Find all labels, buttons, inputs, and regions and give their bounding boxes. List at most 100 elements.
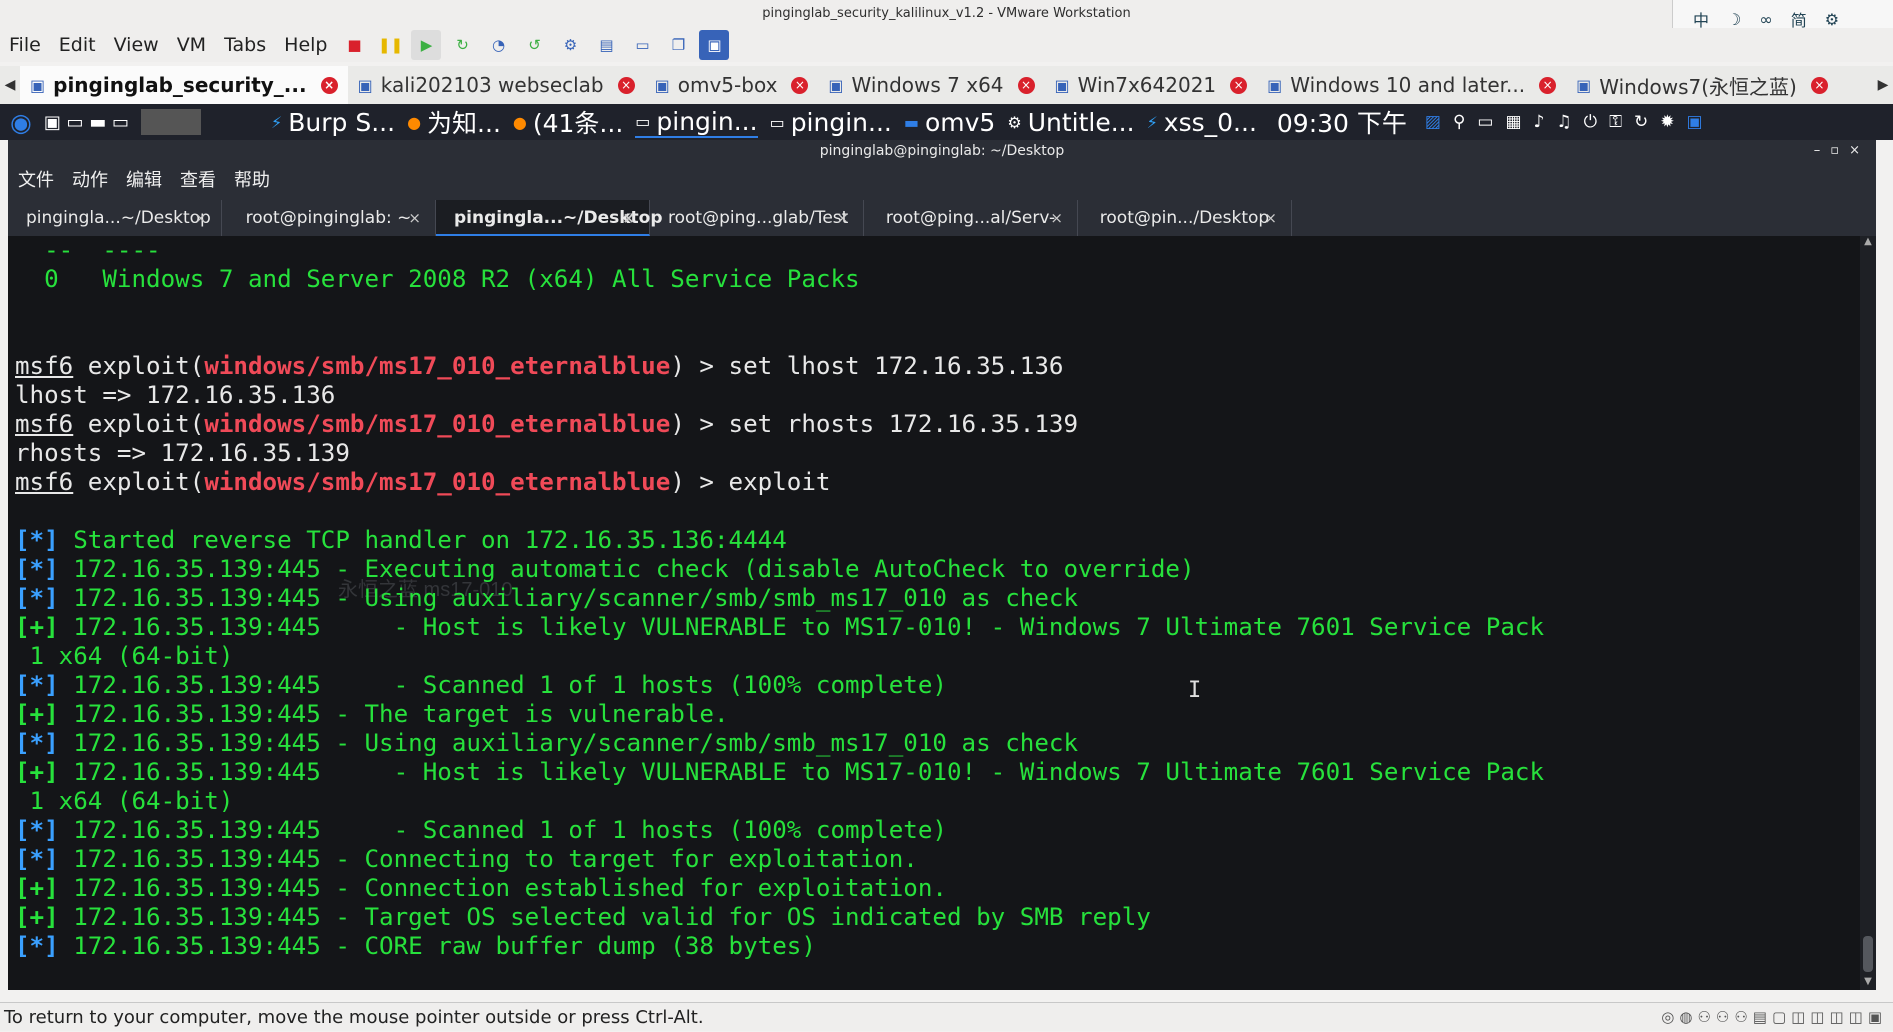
close-tab-icon[interactable]: × [408, 200, 421, 236]
burp-icon: ⚡ [271, 112, 283, 132]
volume-icon[interactable]: ♪ [1534, 112, 1545, 132]
menu-edit-cn[interactable]: 编辑 [126, 166, 162, 192]
vm-tab[interactable]: ▣ Windows 10 and later... × [1257, 66, 1566, 104]
tabs-scroll-right-icon[interactable]: ▶ [1873, 77, 1893, 93]
close-tab-icon[interactable]: × [1230, 76, 1248, 94]
terminal-tab[interactable]: pingingla...~/Desktop × [8, 200, 222, 236]
terminal-tab-label: root@pinginglab: ~ [245, 208, 412, 228]
terminal-tab[interactable]: root@ping...glab/Test × [650, 200, 864, 236]
menu-edit[interactable]: Edit [50, 34, 105, 56]
taskbar-item-untitled[interactable]: ⚙ Untitle... [1007, 108, 1134, 137]
menu-view[interactable]: View [105, 34, 168, 56]
firefox-icon: ● [407, 112, 422, 132]
ime-icon-2[interactable]: ∞ [1759, 10, 1772, 29]
line-text: lhost => 172.16.35.136 [15, 381, 336, 409]
suspend-icon[interactable]: ❚❚ [375, 30, 405, 60]
terminal-output[interactable]: 永恒之蓝 ms17-010 -- ---- 0 Windows 7 and Se… [8, 236, 1860, 990]
snapshot-manager-icon[interactable]: ⚙ [555, 30, 585, 60]
power-icon[interactable]: ⏻ [1584, 112, 1597, 132]
line-text: 172.16.35.139:445 - The target is vulner… [58, 700, 729, 728]
terminal-tab[interactable]: root@ping...al/Serv-U× [864, 200, 1078, 264]
display-icon[interactable]: ▭ [1477, 112, 1493, 132]
revert-snapshot-icon[interactable]: ↺ [519, 30, 549, 60]
unity-icon[interactable]: ❐ [663, 30, 693, 60]
taskbar-item-xss[interactable]: ⚡ xss_0... [1147, 108, 1257, 137]
lock-icon[interactable]: ⚿ [1609, 112, 1622, 132]
close-tab-icon[interactable]: × [617, 76, 635, 94]
terminal-tab-label: root@ping...glab/Test [668, 208, 849, 228]
vm-tab[interactable]: ▣ omv5-box × [645, 66, 819, 104]
vm-tab[interactable]: ▣ Windows 7 x64 × [818, 66, 1044, 104]
menu-vm[interactable]: VM [168, 34, 215, 56]
taskbar-item-omv5[interactable]: ▬ omv5 [904, 108, 995, 137]
power-off-icon[interactable]: ■ [339, 30, 369, 60]
close-tab-icon[interactable]: × [1539, 76, 1557, 94]
line-text: 172.16.35.139:445 - Using auxiliary/scan… [58, 584, 1079, 612]
menu-file-cn[interactable]: 文件 [18, 166, 54, 192]
panel-clock[interactable]: 09:30 下午 [1277, 104, 1407, 140]
terminal-line: [+] 172.16.35.139:445 - Target OS select… [8, 903, 1860, 932]
close-tab-icon[interactable]: × [791, 76, 809, 94]
power-on-icon[interactable]: ▶ [411, 30, 442, 60]
terminal-tab-label: pingingla...~/Desktop [26, 208, 211, 228]
screen-icon[interactable]: ▣ [1687, 112, 1703, 132]
close-tab-icon[interactable]: × [1050, 200, 1063, 236]
vm-tab[interactable]: ▣ pinginglab_security_... × [20, 66, 348, 104]
menu-view-cn[interactable]: 查看 [180, 166, 216, 192]
taskbar-item-burp[interactable]: ⚡ Burp S... [271, 108, 395, 137]
workspace-pager[interactable] [141, 109, 202, 135]
terminal-tab[interactable]: root@pinginglab: ~ × [222, 200, 436, 236]
terminal-tab[interactable]: root@pin.../Desktop × [1078, 200, 1292, 236]
vm-tab[interactable]: ▣ Win7x642021 × [1045, 66, 1258, 104]
close-tab-icon[interactable]: × [836, 200, 849, 236]
menu-file[interactable]: File [0, 34, 50, 56]
ime-icon-4[interactable]: ⚙ [1825, 10, 1839, 29]
menu-help[interactable]: Help [275, 34, 336, 56]
tabs-scroll-left-icon[interactable]: ◀ [0, 77, 20, 93]
terminal-line: -- ---- [8, 236, 1860, 265]
close-tab-icon[interactable]: × [1017, 76, 1035, 94]
menu-actions-cn[interactable]: 动作 [72, 166, 108, 192]
close-tab-icon[interactable]: × [622, 200, 635, 236]
window-controls[interactable]: –▫× [1814, 140, 1870, 162]
scroll-down-icon[interactable]: ▼ [1860, 976, 1876, 990]
vmware-window-title: pinginglab_security_kalilinux_v1.2 - VMw… [0, 0, 1893, 28]
clip-icon[interactable]: ⚲ [1453, 112, 1465, 132]
library-icon[interactable]: ▤ [591, 30, 621, 60]
terminal-icon: ▭ [769, 112, 785, 132]
status-tag: [*] [15, 845, 59, 873]
vm-tab-label: Windows 7 x64 [851, 73, 1004, 97]
refresh-icon[interactable]: ↻ [1634, 112, 1648, 132]
line-text: 172.16.35.139:445 - Connecting to target… [58, 845, 918, 873]
menu-tabs[interactable]: Tabs [215, 34, 275, 56]
notification-icon[interactable]: ♫ [1556, 112, 1571, 132]
terminal-tab-label: root@pin.../Desktop [1099, 208, 1270, 228]
settings-icon[interactable]: ✹ [1660, 112, 1674, 132]
vm-tab[interactable]: ▣ Windows7(永恒之蓝) × [1566, 66, 1838, 104]
thumbnail-icon[interactable]: ▭ [627, 30, 657, 60]
vm-tab[interactable]: ▣ kali202103 webseclab × [348, 66, 645, 104]
device-icons[interactable]: ◎◍⚇⚇⚇▤▢◫◫◫◫▣ [1661, 1003, 1887, 1032]
taskbar-item-terminal-1[interactable]: ▭ pingin... [635, 107, 758, 138]
workspace-switcher[interactable]: ▣ ▭ ▬ ▭ [44, 112, 129, 133]
prompt-command: ) > exploit [670, 468, 831, 496]
taskbar-item-wiz[interactable]: ● 为知... [407, 104, 501, 140]
snapshot-icon[interactable]: ◔ [483, 30, 513, 60]
keyboard-icon[interactable]: ▦ [1505, 112, 1521, 132]
taskbar-item-browser[interactable]: ● (41条... [513, 104, 623, 140]
screenshot-icon[interactable]: ▨ [1425, 112, 1441, 132]
close-tab-icon[interactable]: × [1264, 200, 1277, 236]
menu-help-cn[interactable]: 帮助 [234, 166, 270, 192]
close-tab-icon[interactable]: × [1810, 76, 1828, 94]
scrollbar-thumb[interactable] [1863, 936, 1873, 972]
terminal-tab[interactable]: pingingla...~/Desktop × [436, 200, 663, 236]
close-tab-icon[interactable]: × [320, 76, 338, 94]
scroll-up-icon[interactable]: ▲ [1860, 236, 1876, 250]
fullscreen-icon[interactable]: ▣ [699, 30, 730, 60]
close-tab-icon[interactable]: × [194, 200, 207, 236]
terminal-scrollbar[interactable]: ▲ ▼ [1860, 236, 1876, 990]
taskbar-item-terminal-2[interactable]: ▭ pingin... [770, 108, 892, 137]
kali-menu-icon[interactable]: ◉ [10, 108, 32, 137]
ime-icon-1[interactable]: ☽ [1727, 10, 1741, 29]
reset-icon[interactable]: ↻ [447, 30, 477, 60]
